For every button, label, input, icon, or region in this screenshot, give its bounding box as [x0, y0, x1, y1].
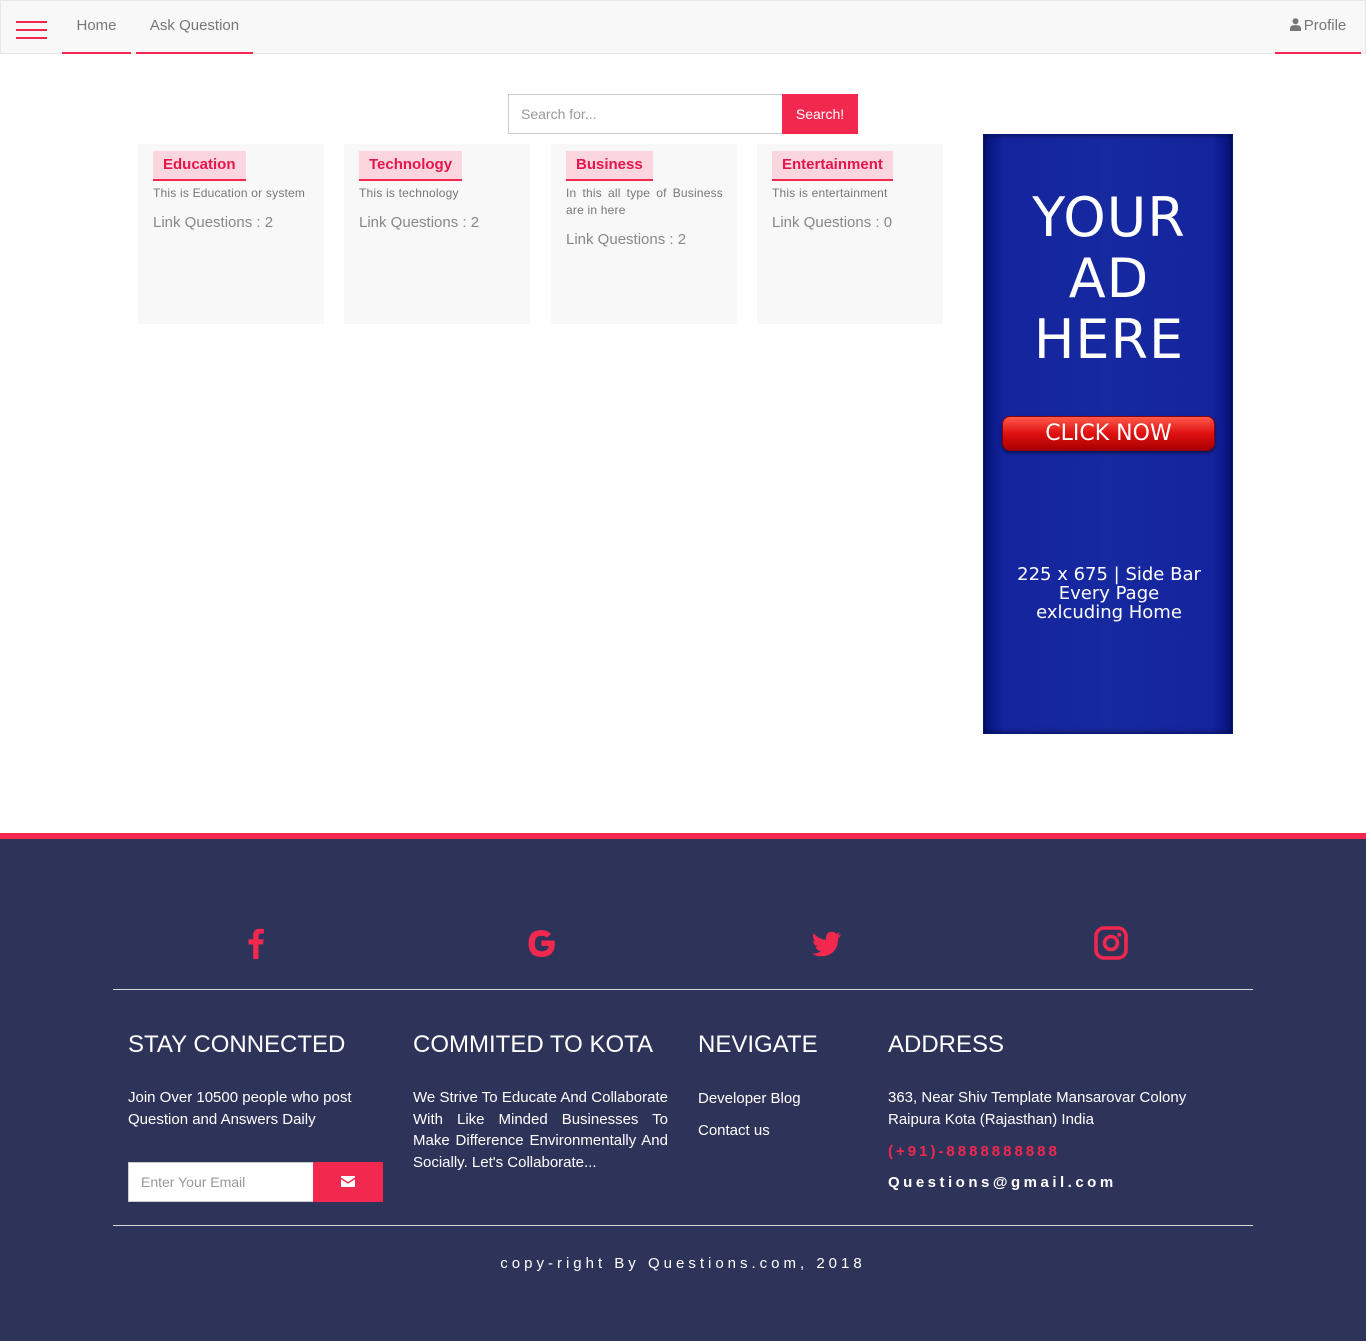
- footer-divider-top: [113, 989, 1253, 990]
- nav-home-link[interactable]: Home: [62, 1, 131, 54]
- ad-click-now-button[interactable]: CLICK NOW: [1002, 416, 1215, 451]
- newsletter-email-input[interactable]: [128, 1162, 314, 1202]
- stay-connected-line: Join Over 10500 people who post: [128, 1089, 352, 1106]
- category-card-technology: Technology This is technology Link Quest…: [344, 144, 530, 324]
- category-description: This is Education or system: [153, 186, 306, 200]
- category-description: This is entertainment: [772, 186, 888, 200]
- stay-connected-text: Join Over 10500 people who post Question…: [128, 1087, 351, 1131]
- category-tag[interactable]: Entertainment: [772, 151, 893, 181]
- address-line: 363, Near Shiv Template Mansarovar Colon…: [888, 1089, 1187, 1106]
- search-button[interactable]: Search!: [782, 94, 858, 134]
- newsletter-submit-button[interactable]: [313, 1162, 383, 1202]
- category-tag[interactable]: Technology: [359, 151, 463, 181]
- ad-subtext: 225 x 675 | Side Bar Every Page exlcudin…: [984, 565, 1234, 622]
- category-question-count: Link Questions : 2: [153, 214, 274, 231]
- nevigate-title: NEVIGATE: [698, 1031, 818, 1058]
- top-navbar: Home Ask Question Profile: [0, 0, 1366, 54]
- hamburger-icon[interactable]: [16, 21, 47, 41]
- commited-text: We Strive To Educate And Collaborate Wit…: [413, 1089, 668, 1171]
- ad-headline-line: AD: [1068, 247, 1150, 310]
- copyright-text: copy-right By Questions.com, 2018: [500, 1255, 866, 1272]
- category-question-count: Link Questions : 0: [772, 214, 893, 231]
- category-tag[interactable]: Education: [153, 151, 246, 181]
- ad-subtext-line: 225 x 675 | Side Bar: [1017, 564, 1201, 585]
- phone-number: (+91)-8888888888: [888, 1143, 1060, 1160]
- commited-title: COMMITED TO KOTA: [413, 1031, 654, 1058]
- category-tag[interactable]: Business: [566, 151, 653, 181]
- stay-connected-title: STAY CONNECTED: [128, 1031, 346, 1058]
- contact-us-link[interactable]: Contact us: [698, 1122, 770, 1139]
- google-icon[interactable]: [521, 923, 561, 963]
- nav-profile-link[interactable]: Profile: [1275, 1, 1361, 54]
- facebook-icon[interactable]: [236, 923, 276, 963]
- developer-blog-link[interactable]: Developer Blog: [698, 1090, 801, 1107]
- footer-divider-bottom: [113, 1225, 1253, 1226]
- site-footer: STAY CONNECTED Join Over 10500 people wh…: [0, 833, 1366, 1341]
- contact-email: Questions@gmail.com: [888, 1174, 1117, 1191]
- address-title: ADDRESS: [888, 1031, 1005, 1058]
- ad-subtext-line: exlcuding Home: [1036, 602, 1182, 623]
- twitter-icon[interactable]: [806, 923, 846, 963]
- ad-subtext-line: Every Page: [1058, 583, 1160, 604]
- envelope-icon: [341, 1175, 355, 1187]
- ad-headline-line: YOUR: [1032, 186, 1186, 249]
- category-card-business: Business In this all type of Business ar…: [551, 144, 737, 324]
- category-description: In this all type of Business are in here: [566, 186, 723, 217]
- user-icon: [1289, 18, 1301, 32]
- category-description: This is technology: [359, 186, 459, 200]
- profile-label: Profile: [1303, 17, 1347, 34]
- search-input[interactable]: [508, 94, 783, 134]
- ad-headline-line: HERE: [1033, 308, 1185, 371]
- category-card-education: Education This is Education or system Li…: [138, 144, 324, 324]
- instagram-icon[interactable]: [1091, 923, 1131, 963]
- address-text: 363, Near Shiv Template Mansarovar Colon…: [888, 1087, 1186, 1131]
- stay-connected-line: Question and Answers Daily: [128, 1111, 316, 1128]
- nav-ask-question-link[interactable]: Ask Question: [136, 1, 253, 54]
- category-question-count: Link Questions : 2: [566, 231, 687, 248]
- category-question-count: Link Questions : 2: [359, 214, 480, 231]
- category-card-entertainment: Entertainment This is entertainment Link…: [757, 144, 943, 324]
- address-line: Raipura Kota (Rajasthan) India: [888, 1111, 1094, 1128]
- sidebar-ad-banner[interactable]: YOUR AD HERE CLICK NOW 225 x 675 | Side …: [983, 134, 1233, 734]
- ad-headline: YOUR AD HERE: [984, 187, 1234, 370]
